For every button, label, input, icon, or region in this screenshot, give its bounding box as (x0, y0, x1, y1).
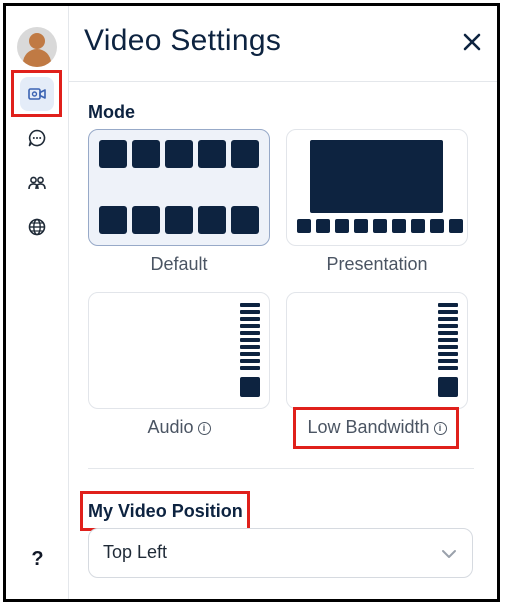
help-button[interactable]: ? (6, 548, 69, 571)
mode-presentation-card[interactable] (286, 129, 468, 246)
chevron-down-icon (442, 550, 456, 558)
rail-language-button[interactable] (20, 210, 54, 244)
audio-layout-preview (240, 303, 260, 397)
video-position-value: Top Left (103, 542, 168, 562)
globe-icon (28, 218, 46, 236)
low-bandwidth-layout-preview (438, 303, 458, 397)
close-icon (463, 33, 481, 51)
info-icon[interactable]: i (197, 422, 211, 435)
mode-default-card[interactable] (88, 129, 270, 246)
presentation-layout-preview (297, 140, 463, 233)
default-layout-preview (99, 140, 259, 234)
mode-low-bandwidth-label: Low Bandwidth i (286, 417, 468, 438)
mode-presentation-label: Presentation (286, 254, 468, 275)
avatar[interactable] (17, 27, 57, 67)
mode-audio-text: Audio (147, 417, 194, 437)
page-title: Video Settings (84, 24, 282, 57)
mode-low-bandwidth-card[interactable] (286, 292, 468, 409)
mode-low-bandwidth-text: Low Bandwidth (307, 417, 430, 437)
mode-default-text: Default (150, 254, 208, 274)
avatar-body (23, 49, 51, 67)
rail-chat-button[interactable] (20, 121, 54, 155)
video-settings-icon (28, 88, 46, 100)
mode-audio-card[interactable] (88, 292, 270, 409)
participants-icon (28, 176, 46, 190)
info-icon[interactable]: i (433, 422, 447, 435)
avatar-head (29, 33, 45, 49)
rail-participants-button[interactable] (20, 166, 54, 200)
mode-presentation-text: Presentation (326, 254, 428, 274)
video-settings-panel: ? Video Settings Mode Default Presentati… (3, 3, 500, 602)
rail-video-settings-button[interactable] (20, 77, 54, 111)
section-divider (88, 468, 474, 469)
chat-icon (28, 129, 46, 147)
mode-label: Mode (88, 102, 135, 122)
header-divider (69, 81, 497, 82)
side-rail: ? (6, 6, 69, 599)
mode-default-label: Default (88, 254, 270, 275)
mode-audio-label: Audio i (88, 417, 270, 438)
close-button[interactable] (458, 28, 486, 56)
video-position-label: My Video Position (88, 501, 243, 521)
video-position-select[interactable]: Top Left (88, 528, 473, 578)
